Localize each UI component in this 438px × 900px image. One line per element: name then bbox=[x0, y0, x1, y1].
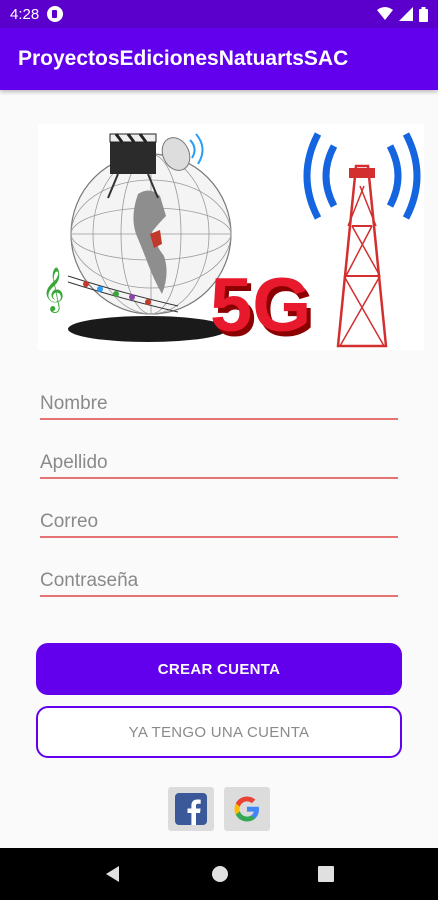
google-button[interactable] bbox=[224, 787, 270, 831]
back-icon[interactable] bbox=[104, 865, 122, 883]
globe-shadow bbox=[68, 316, 228, 342]
facebook-icon bbox=[175, 793, 207, 825]
status-time: 4:28 bbox=[10, 5, 40, 23]
create-account-button[interactable]: CREAR CUENTA bbox=[36, 643, 402, 695]
status-icons bbox=[377, 6, 428, 22]
5g-label: 5G bbox=[210, 263, 311, 348]
home-icon[interactable] bbox=[211, 865, 229, 883]
facebook-button[interactable] bbox=[168, 787, 214, 831]
wifi-icon bbox=[377, 7, 393, 20]
contrasena-field[interactable] bbox=[40, 557, 398, 597]
signal-icon bbox=[399, 7, 413, 21]
apellido-input[interactable] bbox=[40, 439, 398, 477]
banner-image: 𝄞 5G 5G bbox=[38, 124, 424, 353]
correo-field[interactable] bbox=[40, 498, 398, 538]
google-icon bbox=[234, 796, 259, 822]
navigation-bar bbox=[0, 848, 438, 900]
apellido-field[interactable] bbox=[40, 439, 398, 479]
recents-icon[interactable] bbox=[317, 866, 334, 882]
contrasena-input[interactable] bbox=[40, 557, 398, 595]
tower-icon bbox=[303, 132, 421, 348]
status-bar: 4:28 bbox=[0, 0, 438, 28]
nombre-input[interactable] bbox=[40, 380, 398, 418]
battery-icon bbox=[419, 6, 428, 22]
nombre-field[interactable] bbox=[40, 380, 398, 420]
banner-illustration: 𝄞 5G 5G bbox=[42, 132, 421, 353]
correo-input[interactable] bbox=[40, 498, 398, 536]
app-title: ProyectosEdicionesNatuartsSAC bbox=[18, 47, 349, 70]
have-account-button[interactable]: YA TENGO UNA CUENTA bbox=[36, 706, 402, 758]
svg-text:𝄞: 𝄞 bbox=[42, 267, 64, 313]
notification-icon bbox=[47, 6, 64, 22]
app-bar: ProyectosEdicionesNatuartsSAC bbox=[0, 28, 438, 90]
